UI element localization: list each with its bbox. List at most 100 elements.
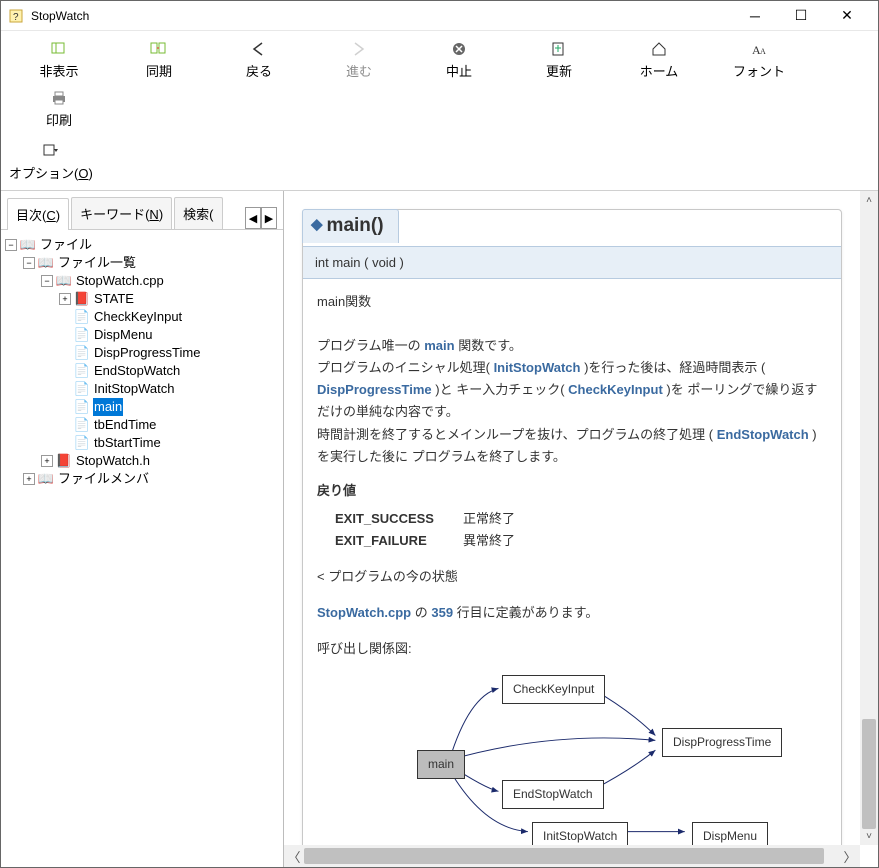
link-dispprogresstime[interactable]: DispProgressTime [317, 382, 432, 397]
back-icon [249, 39, 269, 59]
book-icon: 📖 [20, 238, 36, 252]
link-file[interactable]: StopWatch.cpp [317, 605, 411, 620]
signature-box: int main ( void ) [303, 246, 841, 279]
graph-node-endstopwatch[interactable]: EndStopWatch [502, 780, 604, 808]
page-icon: 📄 [74, 382, 90, 396]
graph-node-dispmenu[interactable]: DispMenu [692, 822, 768, 845]
doc-para: プログラムのイニシャル処理( InitStopWatch )を行った後は、経過時… [317, 357, 827, 423]
scroll-thumb[interactable] [304, 848, 824, 864]
page-icon: 📄 [74, 436, 90, 450]
tree-item-main[interactable]: main [93, 398, 123, 416]
graph-heading: 呼び出し関係図: [317, 638, 827, 660]
toolbar-refresh[interactable]: 更新 [509, 35, 609, 84]
scroll-left-icon[interactable]: 〈 [284, 845, 304, 867]
link-line[interactable]: 359 [431, 605, 453, 620]
tree-item[interactable]: DispProgressTime [93, 344, 201, 362]
toolbar-stop[interactable]: 中止 [409, 35, 509, 84]
vertical-scrollbar[interactable]: ˄ ˅ [860, 191, 878, 845]
tree-toggle[interactable]: + [59, 293, 71, 305]
graph-node-dispprogresstime[interactable]: DispProgressTime [662, 728, 782, 756]
tree-item-file[interactable]: ファイル [39, 236, 93, 254]
doc-card: ◆main() int main ( void ) main関数 プログラム唯一… [302, 209, 842, 845]
call-graph: main CheckKeyInput DispProgressTime EndS… [317, 670, 827, 845]
scroll-thumb[interactable] [862, 719, 876, 829]
book-icon: 📖 [56, 274, 72, 288]
sync-icon [149, 39, 169, 59]
forward-icon [349, 39, 369, 59]
graph-node-checkkeyinput[interactable]: CheckKeyInput [502, 675, 605, 703]
content-pane: ◆main() int main ( void ) main関数 プログラム唯一… [284, 191, 878, 867]
tree-view: −📖ファイル −📖ファイル一覧 −📖StopWatch.cpp +📕STATE … [1, 230, 283, 867]
tabs-scroll-left[interactable]: ◀ [245, 207, 261, 229]
toolbar-sync[interactable]: 同期 [109, 35, 209, 84]
toolbar-row2: オプション(O) [1, 137, 878, 190]
toolbar-home[interactable]: ホーム [609, 35, 709, 84]
tabs-scroll-right[interactable]: ▶ [261, 207, 277, 229]
scroll-right-icon[interactable]: 〉 [840, 845, 860, 867]
state-line: < プログラムの今の状態 [317, 566, 827, 588]
closed-book-icon: 📕 [74, 292, 90, 306]
tree-toggle[interactable]: + [41, 455, 53, 467]
tree-toggle[interactable]: + [23, 473, 35, 485]
tree-item[interactable]: DispMenu [93, 326, 154, 344]
maximize-button[interactable]: ☐ [778, 1, 824, 31]
tree-toggle[interactable]: − [5, 239, 17, 251]
link-main[interactable]: main [424, 338, 454, 353]
nav-tabs: 目次(C) キーワード(N) 検索( ◀ ▶ [1, 191, 283, 230]
tree-item[interactable]: tbEndTime [93, 416, 157, 434]
page-icon: 📄 [74, 418, 90, 432]
tree-item[interactable]: CheckKeyInput [93, 308, 183, 326]
toolbar-font[interactable]: AAフォント [709, 35, 809, 84]
toolbar-back[interactable]: 戻る [209, 35, 309, 84]
tree-item[interactable]: tbStartTime [93, 434, 162, 452]
print-icon [49, 88, 69, 108]
page-icon: 📄 [74, 400, 90, 414]
options-icon [41, 141, 61, 161]
page-icon: 📄 [74, 364, 90, 378]
horizontal-scrollbar[interactable]: 〈 〉 [284, 845, 860, 867]
link-initstopwatch[interactable]: InitStopWatch [494, 360, 581, 375]
stop-icon [449, 39, 469, 59]
tree-toggle[interactable]: − [41, 275, 53, 287]
book-icon: 📖 [38, 472, 54, 486]
window-title: StopWatch [31, 9, 732, 23]
link-endstopwatch[interactable]: EndStopWatch [717, 427, 809, 442]
graph-node-main[interactable]: main [417, 750, 465, 778]
hide-icon [49, 39, 69, 59]
toolbar-options[interactable]: オプション(O) [9, 137, 105, 186]
tree-item-filelist[interactable]: ファイル一覧 [57, 254, 137, 272]
doc-para: プログラム唯一の main 関数です。 [317, 335, 827, 357]
tree-toggle[interactable]: − [23, 257, 35, 269]
return-table: EXIT_SUCCESS正常終了 EXIT_FAILURE異常終了 [335, 508, 827, 552]
refresh-icon [549, 39, 569, 59]
page-icon: 📄 [74, 328, 90, 342]
tab-keyword[interactable]: キーワード(N) [71, 197, 172, 229]
return-heading: 戻り値 [317, 480, 827, 502]
doc-para: 時間計測を終了するとメインループを抜け、プログラムの終了処理 ( EndStop… [317, 424, 827, 468]
font-icon: AA [749, 39, 769, 59]
toolbar-hide[interactable]: 非表示 [9, 35, 109, 84]
definition-line: StopWatch.cpp の 359 行目に定義があります。 [317, 602, 827, 624]
tree-item-stopwatch-cpp[interactable]: StopWatch.cpp [75, 272, 165, 290]
page-icon: 📄 [74, 310, 90, 324]
doc-title-tab: ◆main() [302, 209, 399, 243]
tree-item-stopwatch-h[interactable]: StopWatch.h [75, 452, 151, 470]
app-icon: ? [9, 8, 25, 24]
minimize-button[interactable]: ─ [732, 1, 778, 31]
page-icon: 📄 [74, 346, 90, 360]
link-checkkeyinput[interactable]: CheckKeyInput [568, 382, 663, 397]
tree-item-filemember[interactable]: ファイルメンバ [57, 470, 150, 488]
tab-contents[interactable]: 目次(C) [7, 198, 69, 230]
tree-item[interactable]: InitStopWatch [93, 380, 175, 398]
scroll-up-icon[interactable]: ˄ [860, 191, 878, 209]
doc-para: main関数 [317, 291, 827, 313]
toolbar-print[interactable]: 印刷 [9, 84, 109, 133]
close-button[interactable]: ✕ [824, 1, 870, 31]
book-icon: 📖 [38, 256, 54, 270]
closed-book-icon: 📕 [56, 454, 72, 468]
scroll-down-icon[interactable]: ˅ [860, 827, 878, 845]
tree-item[interactable]: EndStopWatch [93, 362, 181, 380]
graph-node-initstopwatch[interactable]: InitStopWatch [532, 822, 628, 845]
tab-search[interactable]: 検索( [174, 197, 222, 229]
tree-item-state[interactable]: STATE [93, 290, 135, 308]
